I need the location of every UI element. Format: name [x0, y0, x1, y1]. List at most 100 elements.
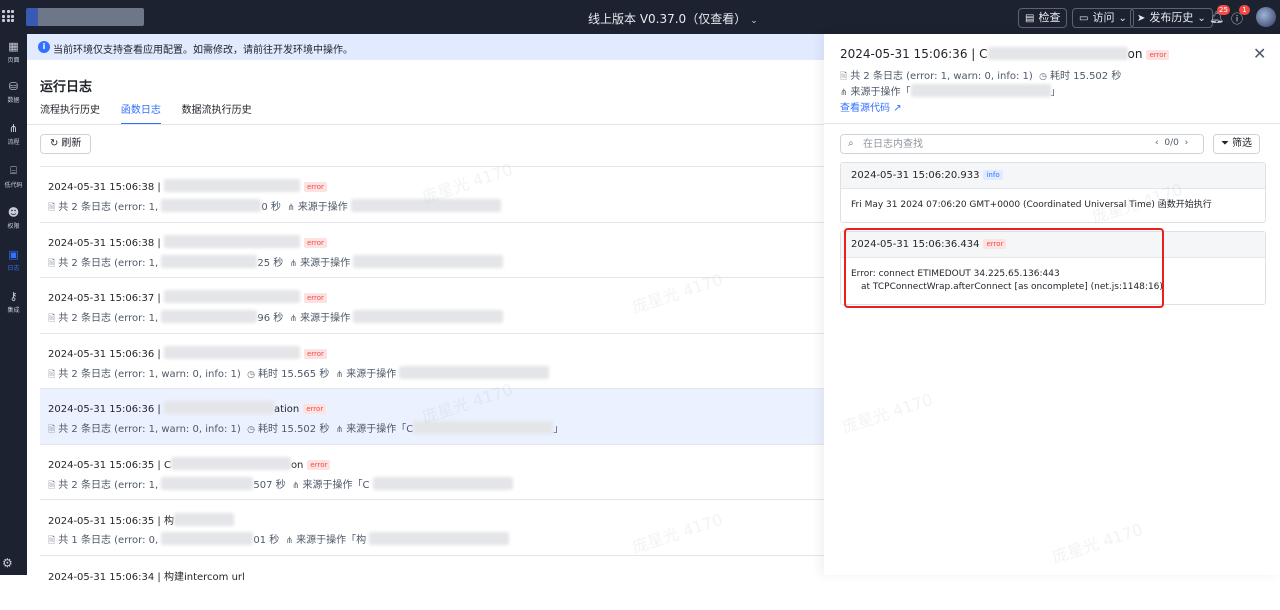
- list-item[interactable]: 2024-05-31 15:06:36 | error 🗎︎共 2 条日志 (e…: [40, 333, 824, 389]
- notice-text: 当前环境仅支持查看应用配置。如需修改，请前往开发环境中操作。: [53, 41, 353, 56]
- status-badge: error: [304, 349, 327, 359]
- refresh-button[interactable]: ↻刷新: [40, 134, 91, 154]
- sidebar-item-integration[interactable]: ⚷ 集成: [0, 286, 27, 326]
- gear-icon[interactable]: ⚙: [2, 556, 13, 570]
- log-time: 2024-05-31 15:06:37: [48, 293, 154, 304]
- search-pager-count: 0/0: [1164, 138, 1178, 148]
- log-name-suffix: on: [291, 460, 303, 471]
- clock-icon: ◷: [1039, 72, 1047, 82]
- source-icon: ⋔: [840, 88, 848, 98]
- list-item-selected[interactable]: 2024-05-31 15:06:36 | ationerror 🗎︎共 2 条…: [40, 388, 824, 444]
- log-time: 2024-05-31 15:06:38: [48, 182, 154, 193]
- log-source: 来源于操作「C: [303, 480, 370, 491]
- search-icon: ⌕: [848, 138, 854, 149]
- sidebar-item-flow[interactable]: ⋔流程: [0, 118, 27, 158]
- list-item[interactable]: 2024-05-31 15:06:38 | error 🗎︎共 2 条日志 (e…: [40, 222, 824, 278]
- sidebar-item-permissions[interactable]: ☻权限: [0, 202, 27, 242]
- log-source: 来源于操作: [298, 202, 348, 213]
- document-icon: 🗎︎: [48, 259, 55, 269]
- inspect-label: 检查: [1038, 11, 1060, 24]
- list-item[interactable]: 2024-05-31 15:06:37 | error 🗎︎共 2 条日志 (e…: [40, 277, 824, 333]
- function-log-list: 2024-05-31 15:06:38 | error 🗎︎共 2 条日志 (e…: [40, 166, 824, 610]
- redacted-text: [353, 310, 503, 323]
- refresh-label: 刷新: [61, 138, 81, 149]
- document-icon: 🗎︎: [48, 536, 55, 546]
- redacted-text: [911, 84, 1051, 97]
- redacted-text: [351, 199, 501, 212]
- view-source-label: 查看源代码: [840, 103, 890, 114]
- left-rail: ▦页面 ⛁数据 ⋔流程 ⌸低代码 ☻权限 ▣日志 ⚷ 集成 ⚙: [0, 34, 27, 575]
- sidebar-item-label: 权限: [0, 221, 27, 230]
- log-search-box: ⌕ ‹ 0/0 ›: [840, 134, 1204, 154]
- sidebar-item-lowcode[interactable]: ⌸低代码: [0, 160, 27, 200]
- log-time: 2024-05-31 15:06:38: [48, 238, 154, 249]
- version-label: 线上版本 V0.37.0（仅查看）: [588, 12, 746, 26]
- redacted-name: [164, 346, 300, 359]
- info-icon: i: [38, 41, 50, 53]
- filter-button[interactable]: ⏷筛选: [1213, 134, 1260, 154]
- redacted-name: [164, 235, 300, 248]
- view-source-link[interactable]: 查看源代码 ↗: [840, 99, 902, 114]
- close-icon[interactable]: ✕: [1253, 44, 1266, 63]
- app-grid-icon[interactable]: [2, 10, 14, 22]
- log-duration: 96 秒: [257, 313, 283, 324]
- status-badge: error: [304, 182, 327, 192]
- sidebar-item-label: 集成: [0, 305, 27, 314]
- log-name-prefix: C: [164, 460, 171, 471]
- chevron-left-icon[interactable]: ‹: [1155, 138, 1159, 148]
- sidebar-item-label: 低代码: [0, 180, 27, 189]
- log-summary: 共 2 条日志 (error: 1,: [58, 202, 158, 213]
- visit-button[interactable]: ▭访问⌄: [1072, 8, 1134, 28]
- log-duration: 耗时 15.565 秒: [258, 369, 329, 380]
- version-selector[interactable]: 线上版本 V0.37.0（仅查看）⌄: [588, 10, 758, 27]
- tab-dataflow-history[interactable]: 数据流执行历史: [182, 101, 252, 123]
- clock-icon: ◷: [247, 370, 255, 380]
- sidebar-item-logs[interactable]: ▣日志: [0, 244, 27, 284]
- chevron-right-icon[interactable]: ›: [1185, 138, 1189, 148]
- log-search-input[interactable]: [863, 137, 1103, 151]
- publish-history-label: 发布历史: [1149, 11, 1193, 24]
- drawer-name-prefix: C: [979, 47, 987, 61]
- log-source: 来源于操作: [300, 258, 350, 269]
- notification-bell-icon[interactable]: 🔔︎ 25: [1209, 10, 1223, 24]
- source-icon: ⋔: [290, 314, 298, 324]
- redacted-text: [161, 310, 257, 323]
- monitor-icon: ▭: [1079, 13, 1088, 24]
- log-summary: 共 2 条日志 (error: 1,: [58, 258, 158, 269]
- database-icon: ⛁: [0, 80, 27, 93]
- redacted-text: [161, 255, 257, 268]
- log-summary: 共 2 条日志 (error: 1, warn: 0, info: 1): [58, 424, 241, 435]
- log-summary: 共 2 条日志 (error: 1,: [58, 313, 158, 324]
- redacted-text: [399, 366, 549, 379]
- log-source: 来源于操作: [300, 313, 350, 324]
- redacted-text: [373, 477, 513, 490]
- log-time: 2024-05-31 15:06:35: [48, 516, 154, 527]
- inspect-button[interactable]: ▤检查: [1018, 8, 1067, 28]
- key-icon: ⚷: [0, 290, 27, 303]
- sidebar-item-pages[interactable]: ▦页面: [0, 36, 27, 76]
- document-icon: 🗎︎: [48, 314, 55, 324]
- list-item[interactable]: 2024-05-31 15:06:34 | 构建intercom url: [40, 555, 824, 610]
- publish-history-button[interactable]: ➤发布历史⌄: [1130, 8, 1213, 28]
- list-item[interactable]: 2024-05-31 15:06:35 | 构 🗎︎共 1 条日志 (error…: [40, 499, 824, 555]
- help-icon[interactable]: ⓘ 1: [1231, 10, 1245, 24]
- log-tabs: 流程执行历史 函数日志 数据流执行历史: [40, 101, 269, 123]
- list-item[interactable]: 2024-05-31 15:06:38 | error 🗎︎共 2 条日志 (e…: [40, 166, 824, 222]
- sidebar-item-data[interactable]: ⛁数据: [0, 76, 27, 116]
- log-name-prefix: 构: [164, 516, 174, 527]
- document-icon: 🗎︎: [48, 203, 55, 213]
- redacted-text: [353, 255, 503, 268]
- document-icon: 🗎︎: [48, 481, 55, 491]
- document-icon: 🗎︎: [48, 425, 55, 435]
- chevron-down-icon: ⌄: [1197, 13, 1205, 24]
- avatar[interactable]: [1256, 7, 1276, 27]
- tab-function-logs[interactable]: 函数日志: [121, 101, 161, 125]
- log-duration: 25 秒: [257, 258, 283, 269]
- source-icon: ⋔: [287, 203, 295, 213]
- list-item[interactable]: 2024-05-31 15:06:35 | Conerror 🗎︎共 2 条日志…: [40, 444, 824, 500]
- redacted-name: [164, 401, 274, 414]
- visit-label: 访问: [1092, 11, 1114, 24]
- filter-label: 筛选: [1232, 138, 1252, 149]
- tab-flow-history[interactable]: 流程执行历史: [40, 101, 100, 123]
- source-icon: ⋔: [336, 370, 344, 380]
